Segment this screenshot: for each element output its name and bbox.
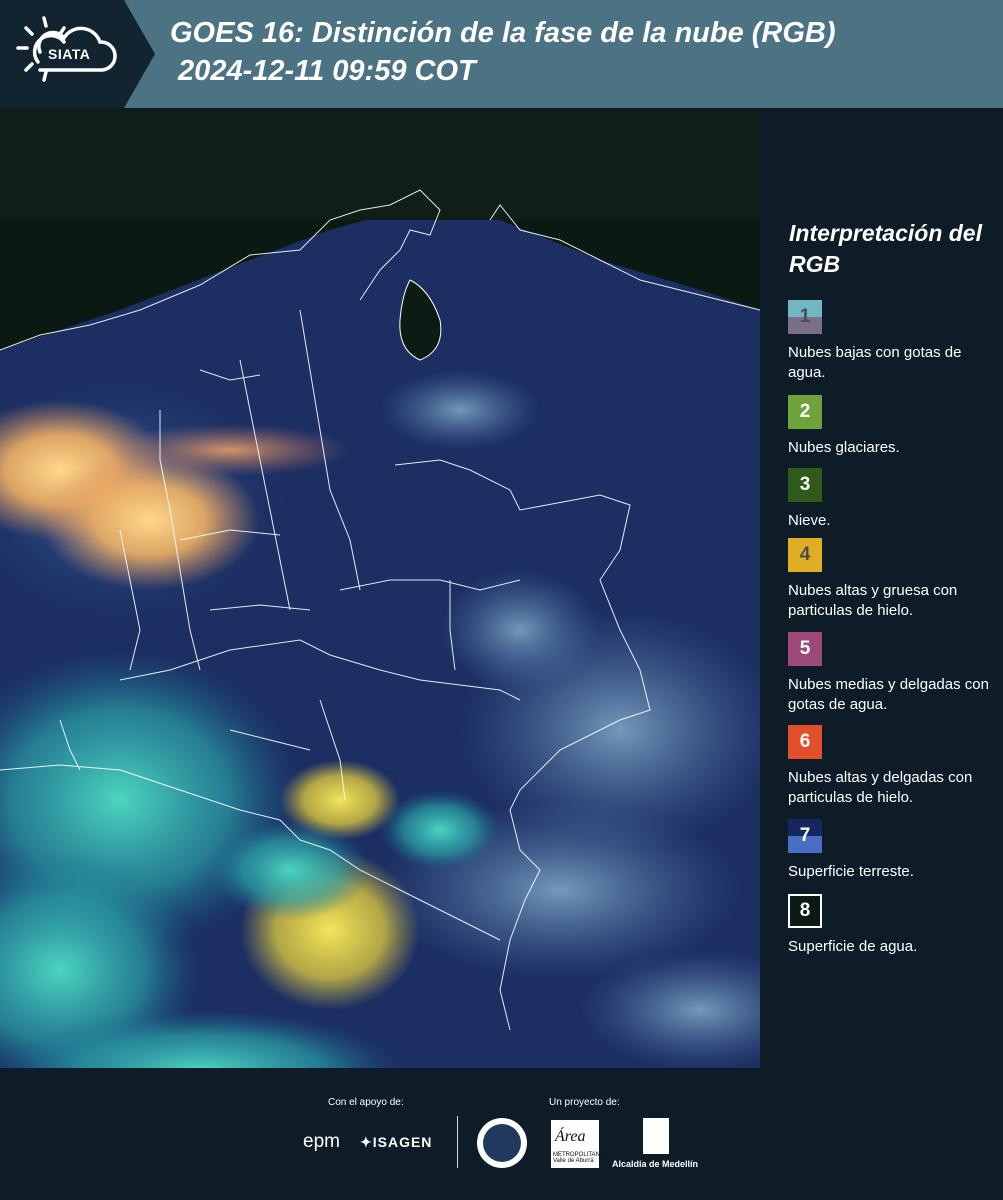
legend-item-7: 7 Superficie terreste. [788, 819, 1003, 882]
legend-item-6: 6 Nubes altas y delgadas con particulas … [788, 725, 1003, 808]
legend-swatch-5: 5 [788, 632, 822, 666]
legend-label-7: Superficie terreste. [788, 863, 914, 880]
footer: Con el apoyo de: Un proyecto de: epm ✦IS… [0, 1070, 1003, 1200]
legend-item-3: 3 Nieve. [788, 468, 1003, 531]
legend-swatch-4: 4 [788, 538, 822, 572]
project-label: Un proyecto de: [549, 1097, 620, 1108]
legend-title: Interpretación del RGB [789, 220, 982, 277]
legend-label-2: Nubes glaciares. [788, 439, 900, 456]
footer-divider [457, 1116, 458, 1168]
legend-swatch-7: 7 [788, 819, 822, 853]
area-logo-subtext: METROPOLITANA Valle de Aburrá [553, 1152, 604, 1164]
legend-swatch-8: 8 [788, 894, 822, 928]
legend-item-8: 8 Superficie de agua. [788, 894, 1003, 957]
legend-item-5: 5 Nubes medias y delgadas con gotas de a… [788, 632, 1003, 715]
legend-label-3: Nieve. [788, 512, 831, 529]
alcaldia-label: Alcaldía de Medellín [612, 1159, 699, 1169]
logo-panel: SIATA [0, 0, 155, 108]
legend-swatch-1: 1 [788, 300, 822, 334]
medellin-seal-icon [477, 1118, 527, 1168]
satellite-map[interactable] [0, 110, 760, 1068]
legend-label-6: Nubes altas y delgadas con particulas de… [788, 769, 973, 806]
isagen-label: ISAGEN [372, 1134, 433, 1150]
legend-label-5: Nubes medias y delgadas con gotas de agu… [788, 676, 989, 713]
area-logo-text: Área [555, 1128, 586, 1145]
alcaldia-shield-icon [643, 1118, 669, 1154]
logo-label: SIATA [48, 46, 91, 62]
isagen-logo: ✦ISAGEN [360, 1134, 433, 1150]
legend-label-1: Nubes bajas con gotas de agua. [788, 344, 962, 381]
page-title: GOES 16: Distinción de la fase de la nub… [170, 14, 836, 90]
title-line-2: 2024-12-11 09:59 COT [170, 55, 476, 87]
epm-logo: epm [303, 1131, 340, 1152]
legend-label-4: Nubes altas y gruesa con particulas de h… [788, 582, 958, 619]
legend-panel: Interpretación del RGB 1 Nubes bajas con… [770, 110, 1003, 1068]
legend-swatch-6: 6 [788, 725, 822, 759]
support-label: Con el apoyo de: [328, 1097, 404, 1108]
title-line-1: GOES 16: Distinción de la fase de la nub… [170, 17, 836, 49]
header-bar: SIATA GOES 16: Distinción de la fase de … [0, 0, 1003, 108]
legend-swatch-3: 3 [788, 468, 822, 502]
legend-swatch-2: 2 [788, 395, 822, 429]
legend-item-4: 4 Nubes altas y gruesa con particulas de… [788, 538, 1003, 621]
map-canvas [0, 110, 760, 1068]
legend-label-8: Superficie de agua. [788, 938, 918, 955]
area-metropolitana-logo: Área METROPOLITANA Valle de Aburrá [551, 1120, 604, 1168]
legend-item-2: 2 Nubes glaciares. [788, 395, 1003, 458]
legend-item-1: 1 Nubes bajas con gotas de agua. [788, 300, 1003, 383]
